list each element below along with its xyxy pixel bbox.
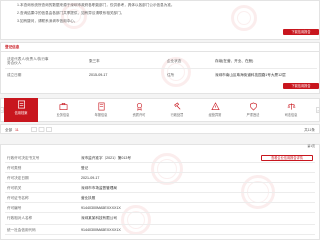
record-row: 许可类别 登记: [5, 163, 315, 173]
legal-rep-value: 张三丰: [89, 59, 100, 63]
address-label: 住所: [167, 73, 175, 77]
watermark-seal: [231, 5, 257, 31]
filter-icon-group[interactable]: [31, 127, 61, 132]
record-value: 深圳某某科技有限公司: [81, 216, 117, 220]
total-count: 共11条: [304, 127, 315, 132]
row-divider: [5, 68, 317, 69]
tab-label: 司法信息: [284, 113, 298, 117]
tab-business-info[interactable]: 业务信息: [46, 100, 80, 120]
tab-label: 行政处罚: [170, 113, 184, 117]
section-divider: [1, 51, 320, 52]
tab-abnormal[interactable]: 经营异常: [198, 100, 232, 120]
founded-value: 2015-09-17: [89, 73, 108, 77]
record-value: 营业执照: [81, 196, 96, 200]
archive-icon: [17, 100, 25, 109]
tab-serious-violation[interactable]: 严重违法: [236, 100, 270, 120]
tab-label: 资质许可: [132, 113, 146, 117]
download-report-button-top[interactable]: 下载信用报告: [283, 29, 319, 35]
record-row: 行政许可决定书文号 深市监许准字〔2021〕第013号 查看企业信用报告详情: [5, 153, 315, 163]
registration-panel: 登记信息 法定代表人/负责人/执行事务合伙人 张三丰 企业状态 存续(在营、开业…: [0, 42, 320, 94]
legal-rep-label: 法定代表人/负责人/执行事务合伙人: [7, 57, 49, 65]
record-label: 许可决定日期: [7, 176, 29, 180]
record-row: 许可决定日期 2021-09-17: [5, 173, 315, 183]
tabs-scroll-left-button[interactable]: ‹: [0, 107, 4, 113]
record-label: 许可机关: [7, 186, 22, 190]
section-title: 登记信息: [5, 45, 20, 49]
filter-toggle-icon: [31, 127, 52, 132]
tab-annual-report[interactable]: 年报信息: [84, 100, 118, 120]
report-icon: [97, 102, 105, 111]
record-label: 许可类别: [7, 166, 22, 170]
tab-label: 信用档案: [14, 111, 28, 115]
notice-panel: 1.本查询系统所查询的数据来源于深圳市政府各职能部门，仅供参考，具体以各部门公示…: [0, 0, 320, 40]
filter-bar: 全部 11 共11条: [0, 124, 320, 134]
record-row: 行政相对人名称 深圳某某科技有限公司: [5, 213, 315, 225]
record-row: 许可机关 深圳市市场监督管理局: [5, 183, 315, 193]
record-label: 许可证书名称: [7, 196, 29, 200]
record-value: 深市监许准字〔2021〕第013号: [81, 156, 131, 160]
founded-label: 成立日期: [7, 73, 22, 77]
tab-penalty[interactable]: 行政处罚: [160, 100, 194, 120]
address-value: 深圳市南山区粤海街道科技园路1号大厦12层: [215, 73, 286, 77]
record-row: 许可证书名称 营业执照: [5, 193, 315, 203]
tab-credit-archive[interactable]: 信用档案: [4, 98, 38, 122]
record-label: 行政许可决定书文号: [7, 156, 40, 160]
view-report-detail-button[interactable]: 查看企业信用报告详情: [261, 155, 313, 161]
scale-icon: [287, 103, 295, 110]
gavel-icon: [173, 102, 180, 110]
warning-icon: [210, 102, 220, 110]
page-indicator: 第1页: [307, 144, 315, 148]
status-value: 存续(在营、开业、在册): [215, 59, 254, 63]
tab-label: 经营异常: [208, 113, 222, 117]
record-value: 2021-09-17: [81, 176, 100, 180]
record-label: 统一社会信用代码: [7, 228, 36, 232]
record-value: 登记: [81, 166, 89, 170]
record-label: 行政相对人名称: [7, 216, 33, 220]
notice-line-3: 3.如有疑问，请联系深圳市信用中心。: [17, 19, 78, 23]
tab-qualification[interactable]: 资质许可: [122, 100, 156, 120]
record-value: 91440300MA5EXXXX1X: [81, 228, 121, 232]
download-report-button[interactable]: 下载信用报告: [283, 83, 319, 89]
record-row: 许可编号 91440300MA5EXXXX1X: [5, 203, 315, 213]
record-panel: 第1页 行政许可决定书文号 深市监许准字〔2021〕第013号 查看企业信用报告…: [0, 144, 320, 240]
tab-label: 严重违法: [246, 113, 260, 117]
certificate-icon: [136, 103, 142, 111]
status-label: 企业状态: [167, 59, 182, 63]
tab-judicial[interactable]: 司法信息: [274, 100, 308, 120]
tabs-scroll-right-button[interactable]: ›: [316, 107, 320, 113]
filter-all-count: 11: [15, 127, 19, 132]
tab-label: 年报信息: [94, 113, 108, 117]
briefcase-icon: [59, 103, 67, 110]
notice-line-2: 2.查询结果中的信息由各部门共享提供，如有异议请联系相关部门。: [17, 11, 125, 15]
notice-line-1: 1.本查询系统所查询的数据来源于深圳市政府各职能部门，仅供参考，具体以各部门公示…: [17, 3, 175, 7]
filter-all-label[interactable]: 全部: [5, 128, 12, 133]
record-value: 91440300MA5EXXXX1X: [81, 206, 121, 210]
record-value: 深圳市市场监督管理局: [81, 186, 117, 190]
tab-label: 业务信息: [56, 113, 70, 117]
shield-icon: [249, 102, 257, 111]
record-label: 许可编号: [7, 206, 22, 210]
record-row: 统一社会信用代码 91440300MA5EXXXX1X: [5, 225, 315, 235]
